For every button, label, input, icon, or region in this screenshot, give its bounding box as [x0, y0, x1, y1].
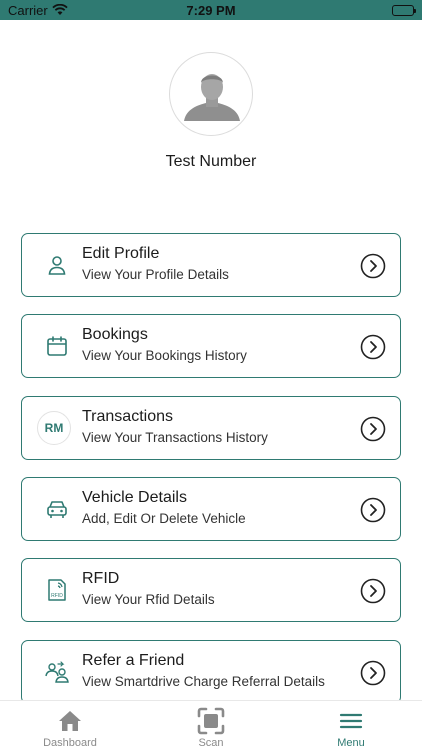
menu-item-subtitle: View Your Transactions History: [82, 430, 268, 445]
menu-item-subtitle: View Your Rfid Details: [82, 592, 215, 607]
tab-bar: Dashboard Scan Menu: [0, 700, 422, 750]
chevron-right-icon[interactable]: [360, 253, 386, 279]
menu-item-refer-a-friend[interactable]: Refer a Friend View Smartdrive Charge Re…: [21, 640, 401, 704]
rm-badge: RM: [37, 411, 71, 445]
tab-menu[interactable]: Menu: [301, 707, 401, 749]
home-icon: [20, 707, 120, 735]
calendar-icon: [42, 331, 72, 361]
chevron-right-icon[interactable]: [360, 334, 386, 360]
rfid-icon-label: RFID: [51, 593, 63, 599]
clock-label: 7:29 PM: [186, 3, 236, 18]
hamburger-menu-icon: [301, 707, 401, 735]
car-icon: [42, 494, 72, 524]
user-avatar-icon: [184, 74, 240, 121]
status-bar: Carrier 7:29 PM: [0, 0, 422, 20]
menu-item-title: Bookings: [82, 326, 148, 343]
profile-name: Test Number: [165, 153, 257, 170]
refer-friend-icon: [42, 657, 72, 687]
menu-item-title: Transactions: [82, 408, 173, 425]
menu-item-subtitle: View Smartdrive Charge Referral Details: [82, 674, 325, 689]
menu-item-subtitle: View Your Profile Details: [82, 267, 229, 282]
tab-label: Menu: [337, 737, 365, 749]
menu-item-title: Vehicle Details: [82, 489, 187, 506]
rm-currency-icon: RM: [36, 410, 72, 446]
tab-label: Scan: [198, 737, 224, 749]
avatar[interactable]: [169, 52, 253, 136]
menu-item-subtitle: Add, Edit Or Delete Vehicle: [82, 511, 246, 526]
chevron-right-icon[interactable]: [360, 497, 386, 523]
menu-item-bookings[interactable]: Bookings View Your Bookings History: [21, 314, 401, 378]
tab-scan[interactable]: Scan: [161, 707, 261, 749]
rfid-card-icon: RFID: [42, 575, 72, 605]
menu-item-title: RFID: [82, 570, 120, 587]
scan-icon: [161, 707, 261, 735]
menu-item-title: Edit Profile: [82, 245, 160, 262]
menu-item-title: Refer a Friend: [82, 652, 185, 669]
chevron-right-icon[interactable]: [360, 578, 386, 604]
chevron-right-icon[interactable]: [360, 660, 386, 686]
battery-icon: [392, 5, 416, 16]
tab-label: Dashboard: [43, 737, 97, 749]
chevron-right-icon[interactable]: [360, 416, 386, 442]
menu-item-vehicle-details[interactable]: Vehicle Details Add, Edit Or Delete Vehi…: [21, 477, 401, 541]
menu-item-edit-profile[interactable]: Edit Profile View Your Profile Details: [21, 233, 401, 297]
menu-item-subtitle: View Your Bookings History: [82, 348, 247, 363]
tab-dashboard[interactable]: Dashboard: [20, 707, 120, 749]
menu-item-rfid[interactable]: RFID RFID View Your Rfid Details: [21, 558, 401, 622]
menu-item-transactions[interactable]: RM Transactions View Your Transactions H…: [21, 396, 401, 460]
person-icon: [42, 250, 72, 280]
